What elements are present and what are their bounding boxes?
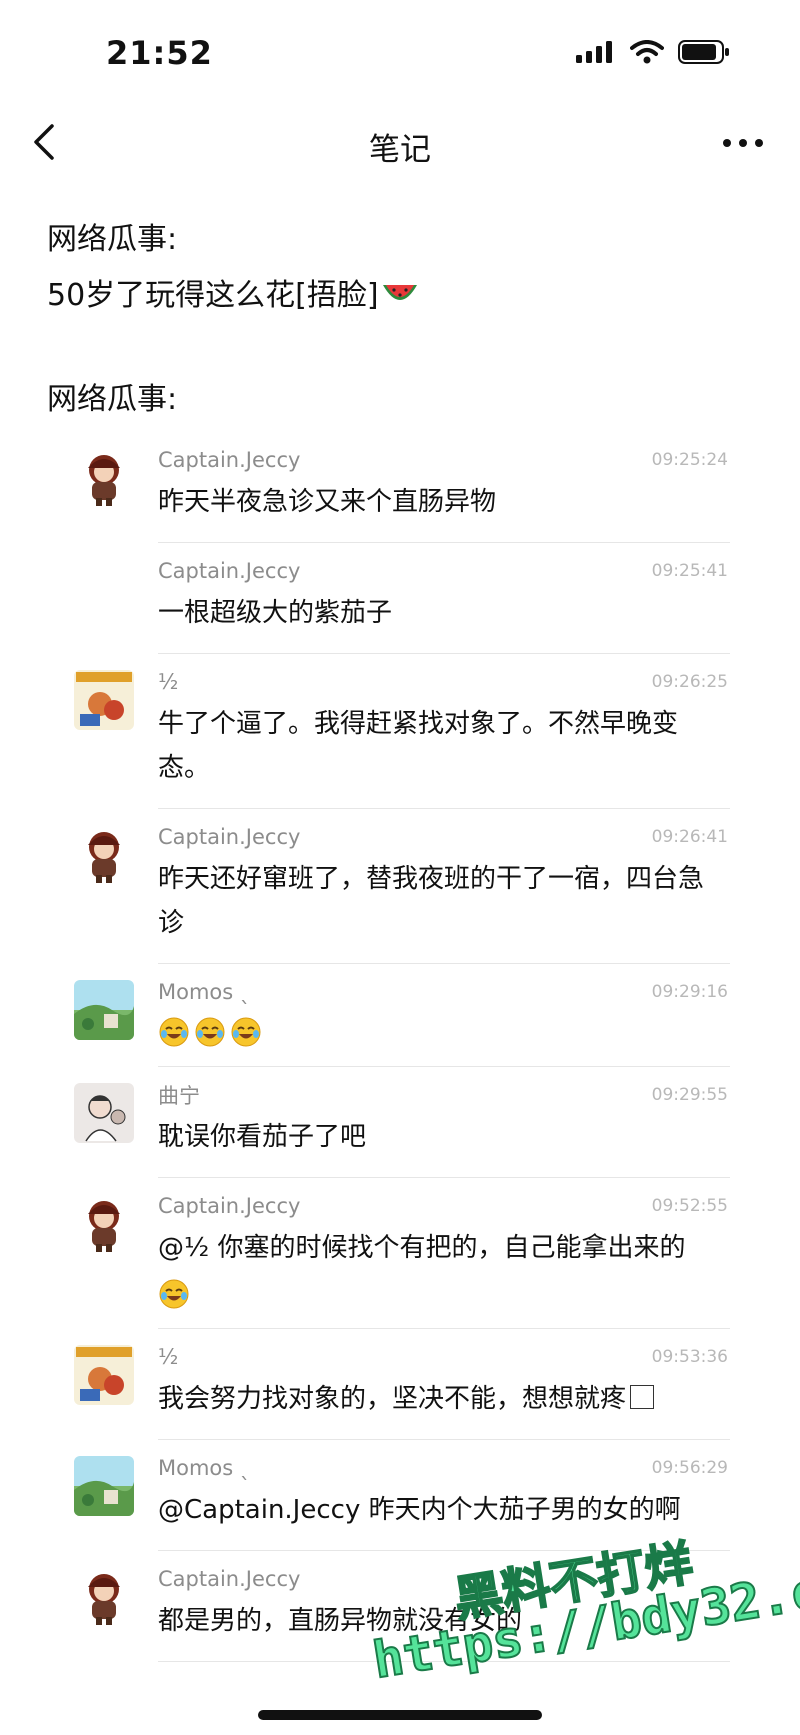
ellipsis-icon	[723, 139, 763, 147]
comic-avatar-icon[interactable]	[74, 670, 134, 730]
message-time: 09:26:25	[651, 672, 728, 692]
message-text-content: @½ 你塞的时候找个有把的，自己能拿出来的	[158, 1233, 686, 1263]
emoji-row	[158, 1278, 730, 1310]
sender-name: ½	[158, 1345, 179, 1369]
message-text: 耽误你看茄子了吧	[158, 1115, 730, 1159]
chat-record-list: Captain.Jeccy 09:25:24 昨天半夜急诊又来个直肠异物 Captai…	[70, 432, 730, 1662]
chat-message[interactable]: Captain.Jeccy 09:25:41 一根超级大的紫茄子	[70, 543, 730, 654]
sender-name: Momos ˎ	[158, 1456, 251, 1480]
landscape-avatar-icon[interactable]	[74, 1456, 134, 1516]
chat-message[interactable]: Momos ˎ 09:56:29 @Captain.Jeccy 昨天内个大茄子男的女…	[70, 1440, 730, 1551]
message-text-content: 昨天半夜急诊又来个直肠异物	[158, 487, 497, 517]
chat-message[interactable]: Momos ˎ 09:29:16	[70, 964, 730, 1067]
message-text-content: 都是男的，直肠异物就没有女的	[158, 1606, 523, 1636]
chat-message[interactable]: ½ 09:26:25 牛了个逼了。我得赶紧找对象了。不然早晚变态。	[70, 654, 730, 809]
note-heading: 网络瓜事:	[47, 222, 178, 257]
message-time: 09:25:24	[651, 450, 728, 470]
message-text-content: 牛了个逼了。我得赶紧找对象了。不然早晚变态。	[158, 709, 679, 783]
message-time: 09:29:55	[651, 1085, 728, 1105]
sender-name: ½	[158, 670, 179, 694]
laugh-cry-icon	[195, 1017, 225, 1047]
message-text: 都是男的，直肠异物就没有女的	[158, 1599, 730, 1643]
chat-message[interactable]: Captain.Jeccy 都是男的，直肠异物就没有女的	[70, 1551, 730, 1662]
sender-name: 曲宁	[158, 1084, 200, 1108]
girl-avatar-icon[interactable]	[74, 825, 134, 885]
page-title: 笔记	[369, 132, 431, 168]
nav-bar: 笔记	[0, 100, 800, 190]
more-button[interactable]	[720, 128, 766, 158]
message-time: 09:52:55	[651, 1196, 728, 1216]
watermelon-icon	[382, 285, 417, 300]
message-time: 09:53:36	[651, 1347, 728, 1367]
chat-message[interactable]: Captain.Jeccy 09:26:41 昨天还好窜班了，替我夜班的干了一宿，四…	[70, 809, 730, 964]
note-caption: 50岁了玩得这么花[捂脸]	[47, 278, 379, 313]
missing-glyph-icon	[630, 1385, 655, 1409]
sender-name: Captain.Jeccy	[158, 825, 301, 849]
section-label: 网络瓜事:	[47, 382, 178, 417]
message-text-content: 耽误你看茄子了吧	[158, 1122, 367, 1152]
note-intro: 网络瓜事: 50岁了玩得这么花[捂脸]	[47, 212, 419, 324]
laugh-cry-icon	[159, 1279, 189, 1309]
message-text: 牛了个逼了。我得赶紧找对象了。不然早晚变态。	[158, 702, 730, 790]
message-text-content: 我会努力找对象的，坚决不能，想想就疼	[158, 1384, 627, 1414]
message-time: 09:56:29	[651, 1458, 728, 1478]
comic-avatar-icon[interactable]	[74, 1345, 134, 1405]
sender-name: Momos ˎ	[158, 980, 251, 1004]
status-bar: 21:52	[0, 0, 800, 100]
cellular-signal-icon	[576, 41, 612, 63]
status-icons	[576, 40, 730, 64]
chat-message[interactable]: Captain.Jeccy 09:52:55 @½ 你塞的时候找个有把的，自己能拿出…	[70, 1178, 730, 1329]
message-text-content: @Captain.Jeccy 昨天内个大茄子男的女的啊	[158, 1495, 681, 1525]
girl-avatar-icon[interactable]	[74, 448, 134, 508]
emoji-row	[158, 1016, 730, 1048]
sender-name: Captain.Jeccy	[158, 559, 301, 583]
message-time: 09:26:41	[651, 827, 728, 847]
sketch-avatar-icon[interactable]	[74, 1083, 134, 1143]
girl-avatar-icon[interactable]	[74, 1567, 134, 1627]
laugh-cry-icon	[159, 1017, 189, 1047]
message-text: 昨天半夜急诊又来个直肠异物	[158, 480, 730, 524]
chat-message[interactable]: Captain.Jeccy 09:25:24 昨天半夜急诊又来个直肠异物	[70, 432, 730, 543]
girl-avatar-icon[interactable]	[74, 1194, 134, 1254]
message-text: @½ 你塞的时候找个有把的，自己能拿出来的	[158, 1226, 730, 1270]
laugh-cry-icon	[231, 1017, 261, 1047]
sender-name: Captain.Jeccy	[158, 448, 301, 472]
landscape-avatar-icon[interactable]	[74, 980, 134, 1040]
message-text: @Captain.Jeccy 昨天内个大茄子男的女的啊	[158, 1488, 730, 1532]
message-text: 昨天还好窜班了，替我夜班的干了一宿，四台急诊	[158, 857, 730, 945]
message-time: 09:25:41	[651, 561, 728, 581]
message-text: 我会努力找对象的，坚决不能，想想就疼	[158, 1377, 730, 1421]
note-caption-line: 50岁了玩得这么花[捂脸]	[47, 268, 419, 324]
battery-icon	[678, 40, 729, 64]
status-time: 21:52	[106, 34, 213, 72]
message-text-content: 昨天还好窜班了，替我夜班的干了一宿，四台急诊	[158, 864, 705, 938]
wifi-icon	[630, 40, 664, 64]
home-indicator[interactable]	[258, 1710, 542, 1720]
chat-message[interactable]: 曲宁 09:29:55 耽误你看茄子了吧	[70, 1067, 730, 1178]
message-text-content: 一根超级大的紫茄子	[158, 598, 393, 628]
message-time: 09:29:16	[651, 982, 728, 1002]
message-text: 一根超级大的紫茄子	[158, 591, 730, 635]
sender-name: Captain.Jeccy	[158, 1194, 301, 1218]
sender-name: Captain.Jeccy	[158, 1567, 301, 1591]
chat-message[interactable]: ½ 09:53:36 我会努力找对象的，坚决不能，想想就疼	[70, 1329, 730, 1440]
